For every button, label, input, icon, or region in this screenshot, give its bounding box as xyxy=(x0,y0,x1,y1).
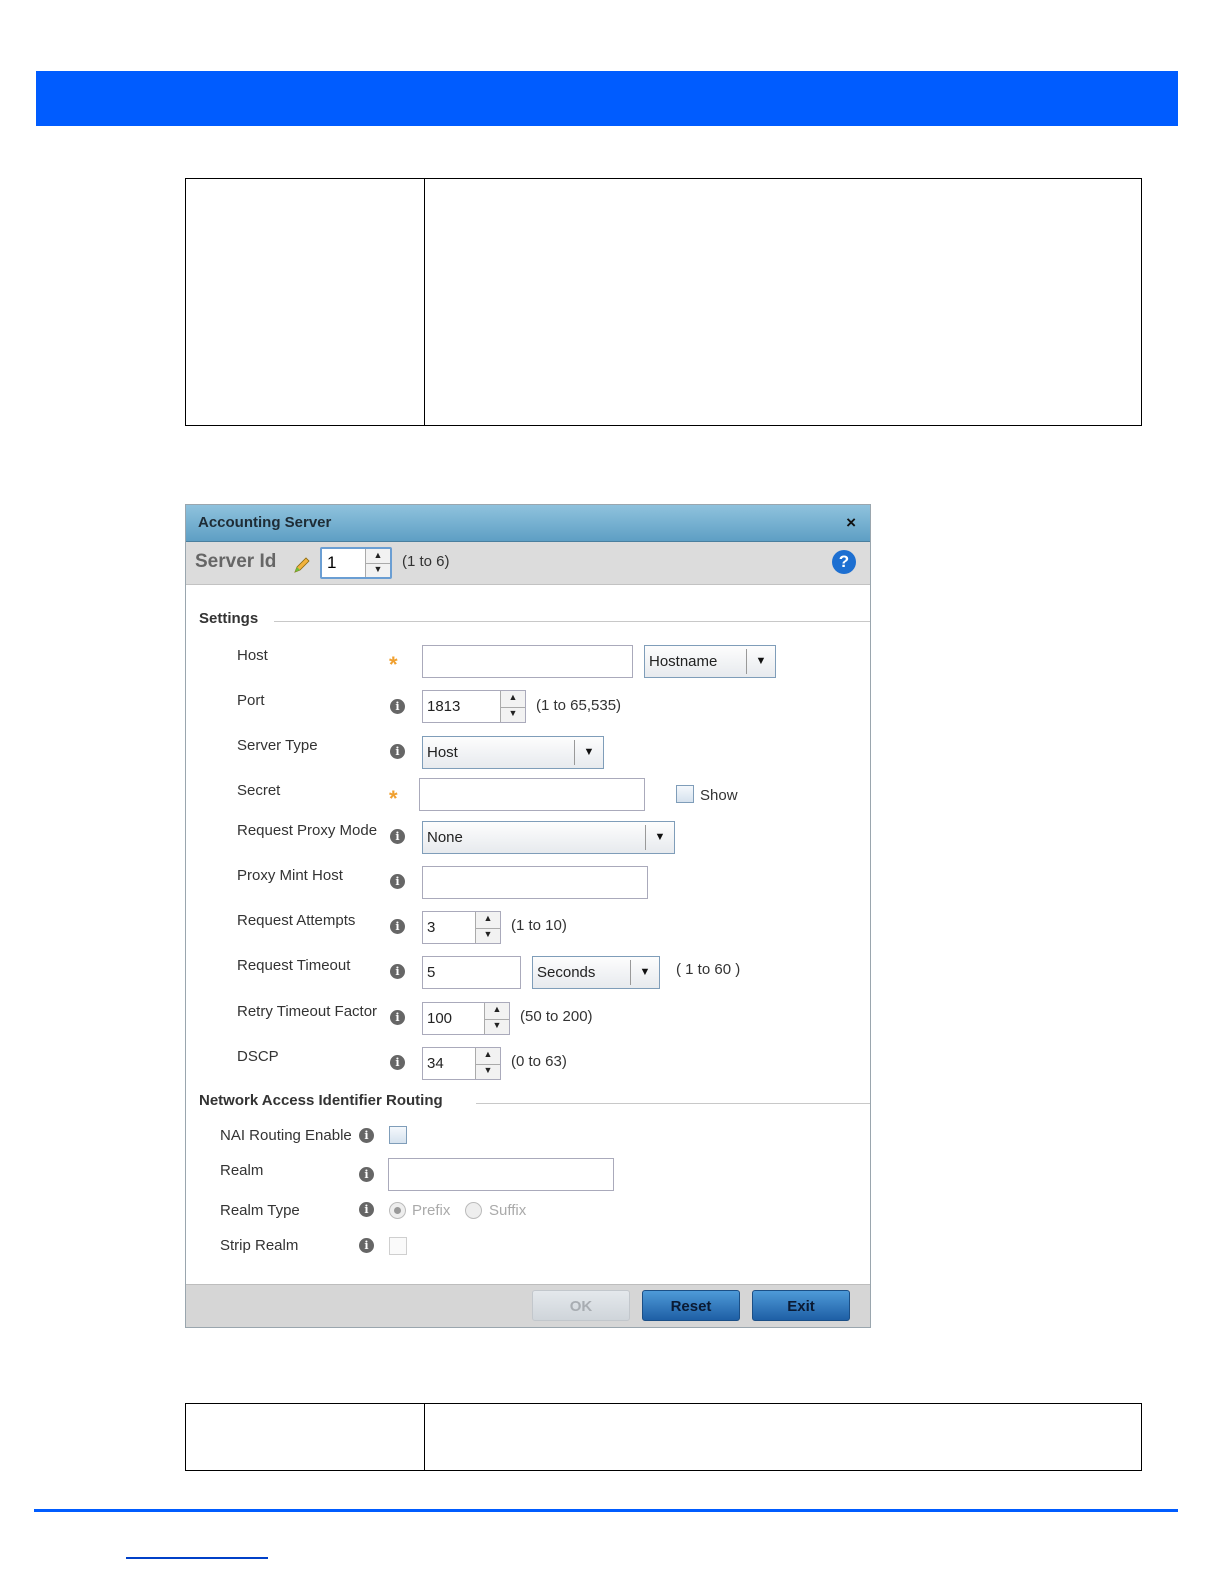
exit-button[interactable]: Exit xyxy=(752,1290,850,1321)
info-icon[interactable]: i xyxy=(359,1128,374,1143)
realm-type-suffix-radio[interactable] xyxy=(465,1202,482,1219)
spin-up-icon[interactable]: ▲ xyxy=(476,1048,500,1065)
request-timeout-range: ( 1 to 60 ) xyxy=(676,961,741,978)
secret-label: Secret xyxy=(237,782,281,799)
help-icon[interactable]: ? xyxy=(832,550,856,574)
strip-realm-label: Strip Realm xyxy=(220,1237,299,1254)
nai-divider xyxy=(476,1103,870,1104)
nai-section-title: Network Access Identifier Routing xyxy=(199,1092,443,1109)
spin-down-icon[interactable]: ▼ xyxy=(485,1019,509,1035)
host-input[interactable] xyxy=(422,645,633,678)
info-icon[interactable]: i xyxy=(390,699,405,714)
doc-table-bottom xyxy=(185,1403,1142,1471)
info-icon[interactable]: i xyxy=(390,744,405,759)
spin-down-icon[interactable]: ▼ xyxy=(476,1064,500,1080)
info-icon[interactable]: i xyxy=(359,1167,374,1182)
realm-input[interactable] xyxy=(388,1158,614,1191)
host-label: Host xyxy=(237,647,268,664)
spin-down-icon[interactable]: ▼ xyxy=(366,563,390,577)
request-attempts-label: Request Attempts xyxy=(237,912,356,929)
realm-type-label: Realm Type xyxy=(220,1202,300,1219)
nai-routing-enable-checkbox[interactable] xyxy=(389,1126,407,1144)
chevron-down-icon[interactable]: ▼ xyxy=(574,740,603,765)
realm-label: Realm xyxy=(220,1162,264,1179)
realm-type-prefix-radio[interactable] xyxy=(389,1202,406,1219)
realm-type-prefix-label: Prefix xyxy=(412,1202,451,1219)
table-column-divider xyxy=(424,179,425,425)
close-icon[interactable]: × xyxy=(846,513,856,533)
table-column-divider xyxy=(424,1404,425,1470)
request-attempts-stepper[interactable]: 3 ▲ ▼ xyxy=(422,911,501,944)
server-type-select[interactable]: Host ▼ xyxy=(422,736,604,769)
server-id-bar: Server Id 1 ▲ ▼ (1 to 6) ? xyxy=(186,542,870,585)
info-icon[interactable]: i xyxy=(390,964,405,979)
spin-up-icon[interactable]: ▲ xyxy=(476,912,500,929)
server-type-label: Server Type xyxy=(237,737,318,754)
info-icon[interactable]: i xyxy=(390,829,405,844)
show-secret-checkbox[interactable] xyxy=(676,785,694,803)
realm-type-suffix-label: Suffix xyxy=(489,1202,527,1219)
page-header-bar xyxy=(36,71,1178,126)
chevron-down-icon[interactable]: ▼ xyxy=(645,825,674,850)
dialog-button-bar: OK Reset Exit xyxy=(186,1284,870,1327)
info-icon[interactable]: i xyxy=(390,874,405,889)
server-id-value: 1 xyxy=(327,553,337,572)
strip-realm-checkbox[interactable] xyxy=(389,1237,407,1255)
port-range: (1 to 65,535) xyxy=(536,697,622,714)
dscp-range: (0 to 63) xyxy=(511,1053,567,1070)
spin-up-icon[interactable]: ▲ xyxy=(366,549,390,564)
server-id-label: Server Id xyxy=(195,551,277,572)
request-timeout-input[interactable]: 5 xyxy=(422,956,521,989)
doc-table-top xyxy=(185,178,1142,426)
accounting-server-dialog: Accounting Server × Server Id 1 ▲ ▼ (1 t… xyxy=(185,504,871,1328)
spin-up-icon[interactable]: ▲ xyxy=(485,1003,509,1020)
proxy-mint-host-label: Proxy Mint Host xyxy=(237,867,343,884)
required-icon: * xyxy=(389,786,398,811)
show-secret-label: Show xyxy=(700,787,738,804)
pencil-icon xyxy=(294,557,310,573)
request-proxy-mode-select[interactable]: None ▼ xyxy=(422,821,675,854)
spin-up-icon[interactable]: ▲ xyxy=(501,691,525,708)
retry-timeout-factor-stepper[interactable]: 100 ▲ ▼ xyxy=(422,1002,510,1035)
dialog-title: Accounting Server xyxy=(198,514,332,531)
dscp-stepper[interactable]: 34 ▲ ▼ xyxy=(422,1047,501,1080)
dialog-title-bar: Accounting Server × xyxy=(186,505,870,542)
info-icon[interactable]: i xyxy=(390,1055,405,1070)
port-stepper[interactable]: 1813 ▲ ▼ xyxy=(422,690,526,723)
host-type-select[interactable]: Hostname ▼ xyxy=(644,645,776,678)
retry-timeout-factor-range: (50 to 200) xyxy=(520,1008,593,1025)
info-icon[interactable]: i xyxy=(390,919,405,934)
request-timeout-unit-select[interactable]: Seconds ▼ xyxy=(532,956,660,989)
ok-button[interactable]: OK xyxy=(532,1290,630,1321)
chevron-down-icon[interactable]: ▼ xyxy=(746,649,775,674)
proxy-mint-host-input[interactable] xyxy=(422,866,648,899)
required-icon: * xyxy=(389,652,398,677)
request-attempts-range: (1 to 10) xyxy=(511,917,567,934)
info-icon[interactable]: i xyxy=(359,1238,374,1253)
settings-divider xyxy=(274,621,870,622)
settings-section-title: Settings xyxy=(199,610,259,627)
spin-down-icon[interactable]: ▼ xyxy=(476,928,500,944)
port-label: Port xyxy=(237,692,265,709)
spin-down-icon[interactable]: ▼ xyxy=(501,707,525,723)
server-id-spin-buttons[interactable]: ▲ ▼ xyxy=(365,549,390,577)
request-timeout-label: Request Timeout xyxy=(237,957,351,974)
page-footer-line xyxy=(34,1509,1178,1512)
server-id-stepper[interactable]: 1 ▲ ▼ xyxy=(320,547,392,579)
nai-routing-enable-label: NAI Routing Enable xyxy=(220,1127,352,1144)
chevron-down-icon[interactable]: ▼ xyxy=(630,960,659,985)
secret-input[interactable] xyxy=(419,778,645,811)
info-icon[interactable]: i xyxy=(390,1010,405,1025)
request-proxy-mode-label: Request Proxy Mode xyxy=(237,822,378,839)
page-footer-mark xyxy=(126,1557,268,1559)
reset-button[interactable]: Reset xyxy=(642,1290,740,1321)
dscp-label: DSCP xyxy=(237,1048,279,1065)
info-icon[interactable]: i xyxy=(359,1202,374,1217)
retry-timeout-factor-label: Retry Timeout Factor xyxy=(237,1003,378,1020)
server-id-range: (1 to 6) xyxy=(402,553,450,570)
